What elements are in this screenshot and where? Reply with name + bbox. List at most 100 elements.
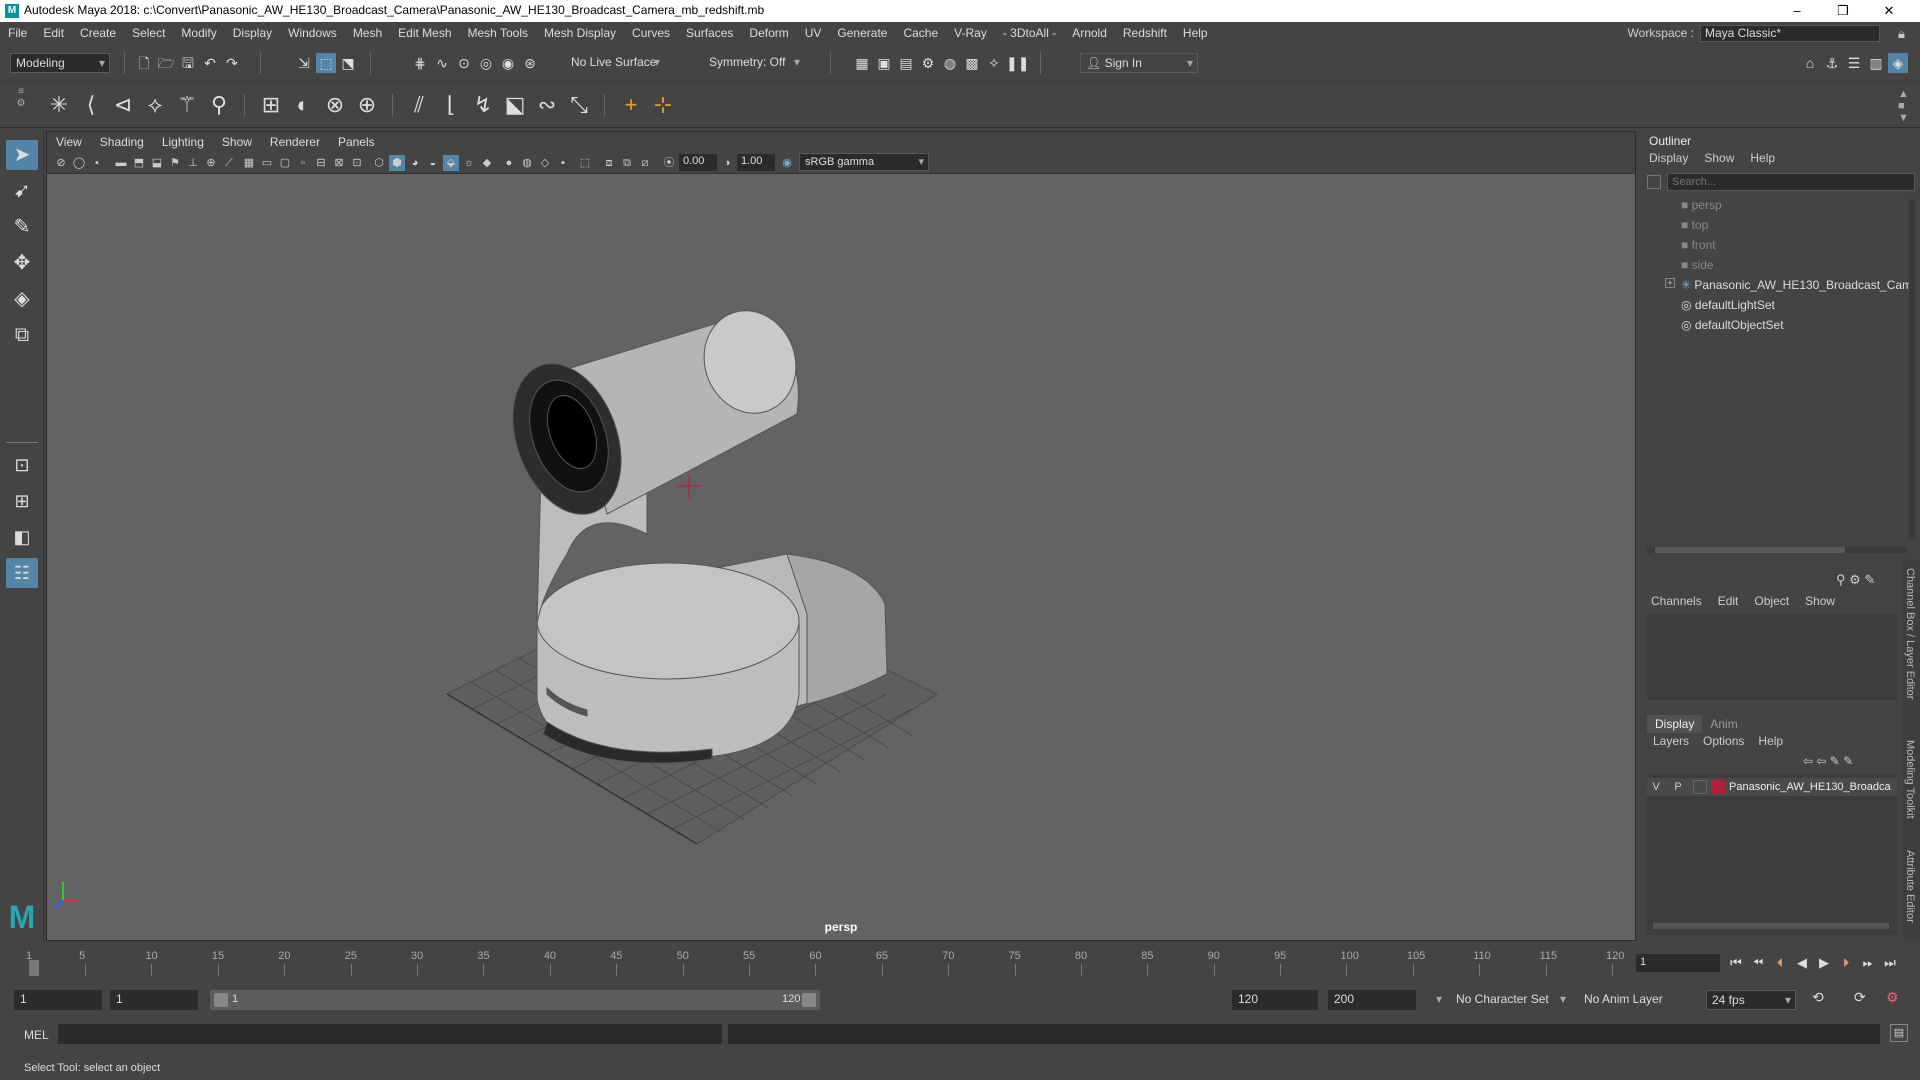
tab-attribute-editor[interactable]: Attribute Editor — [1904, 850, 1916, 923]
go-to-start-icon[interactable]: ⏮ — [1726, 954, 1746, 972]
mel-label[interactable]: MEL — [24, 1028, 49, 1042]
menu-surfaces[interactable]: Surfaces — [678, 22, 741, 44]
shelf-options-icon[interactable]: ≡ ⚙ — [14, 86, 28, 124]
symmetry-dropdown[interactable]: Symmetry: Off — [704, 53, 804, 73]
mode-dropdown[interactable]: Modeling — [10, 53, 110, 73]
save-scene-icon[interactable]: 🖫 — [178, 53, 198, 73]
overscan-icon[interactable]: ⊠ — [331, 155, 347, 171]
depth-of-field-icon[interactable]: ▪ — [555, 155, 571, 171]
new-scene-icon[interactable]: 🗋 — [134, 53, 154, 73]
menu-uv[interactable]: UV — [797, 22, 830, 44]
sign-in-dropdown[interactable]: 👤︎ Sign In — [1080, 53, 1198, 73]
viewport-menu-lighting[interactable]: Lighting — [153, 132, 213, 152]
menu-deform[interactable]: Deform — [741, 22, 796, 44]
playback-end-field[interactable]: 120 — [1232, 990, 1318, 1010]
menu-edit[interactable]: Edit — [35, 22, 72, 44]
shelf-wave-icon[interactable]: ∾ — [532, 90, 562, 120]
smooth-shade-icon[interactable]: ⬢ — [389, 155, 405, 171]
render-setup-icon[interactable]: ▩ — [962, 53, 982, 73]
outliner-search-input[interactable] — [1667, 173, 1915, 191]
scene-end-field[interactable]: 200 — [1328, 990, 1416, 1010]
render-frame-icon[interactable]: ▣ — [874, 53, 894, 73]
gamma-field[interactable]: 1.00 — [737, 154, 775, 171]
tab-channel-box-layer-editor[interactable]: Channel Box / Layer Editor — [1904, 568, 1916, 699]
four-view-layout-icon[interactable]: ⊞ — [6, 486, 38, 516]
outliner-item-camera-group[interactable]: ✳ Panasonic_AW_HE130_Broadcast_Camer — [1681, 276, 1911, 294]
play-backwards-icon[interactable]: ◀ — [1792, 954, 1812, 972]
live-surface-field[interactable]: No Live Surface — [566, 53, 664, 73]
anim-layer-dropdown-icon[interactable]: ▾ — [1560, 992, 1566, 1006]
filter-icon[interactable] — [1647, 175, 1661, 189]
outliner-menu-display[interactable]: Display — [1649, 151, 1688, 165]
layer-scrollbar[interactable] — [1653, 923, 1889, 929]
viewport-3d-scene[interactable]: persp — [47, 174, 1635, 942]
close-button[interactable]: ✕ — [1866, 0, 1912, 22]
shelf-pivot-icon[interactable]: ✳ — [44, 90, 74, 120]
two-view-layout-icon[interactable]: ◧ — [6, 522, 38, 552]
menu-edit-mesh[interactable]: Edit Mesh — [390, 22, 459, 44]
menu-modify[interactable]: Modify — [173, 22, 224, 44]
script-editor-icon[interactable]: ▤ — [1890, 1024, 1908, 1042]
light-editor-icon[interactable]: ✧ — [984, 53, 1004, 73]
outliner-menu-show[interactable]: Show — [1704, 151, 1734, 165]
shelf-squash-icon[interactable]: ⬕ — [500, 90, 530, 120]
shelf-flare-icon[interactable]: ⌊ — [436, 90, 466, 120]
menu-windows[interactable]: Windows — [280, 22, 345, 44]
menu-curves[interactable]: Curves — [624, 22, 678, 44]
viewport-menu-shading[interactable]: Shading — [91, 132, 153, 152]
snap-point-icon[interactable]: ⊙ — [454, 53, 474, 73]
layer-row[interactable]: V P Panasonic_AW_HE130_Broadca — [1647, 778, 1897, 796]
outliner-item-side[interactable]: ■ side — [1681, 256, 1714, 274]
exposure-icon[interactable]: ⦿ — [661, 155, 677, 171]
viewport-menu-panels[interactable]: Panels — [329, 132, 384, 152]
playback-start-field[interactable]: 1 — [110, 990, 198, 1010]
rotate-tool-icon[interactable]: ◈ — [6, 284, 38, 314]
layer-visibility-toggle[interactable]: V — [1647, 781, 1665, 793]
exposure-field[interactable]: 0.00 — [679, 154, 717, 171]
time-slider-track[interactable]: 1 5 10 15 20 25 30 35 40 45 50 55 60 65 70 75 80 85 90 95 10… — [22, 948, 1624, 976]
pause-render-icon[interactable]: ❚❚ — [1006, 53, 1029, 73]
go-to-end-icon[interactable]: ⏭ — [1880, 954, 1900, 972]
default-material-icon[interactable]: ◕ — [407, 155, 423, 171]
xray-joints-icon[interactable]: ⧈ — [601, 155, 617, 171]
tab-display[interactable]: Display — [1647, 715, 1703, 733]
shelf-bend-icon[interactable]: ⫽ — [404, 90, 434, 120]
bookmark-flag-icon[interactable]: ⚑ — [167, 155, 183, 171]
move-tool-icon[interactable]: ✥ — [6, 248, 38, 278]
field-chart-icon[interactable]: ⊟ — [313, 155, 329, 171]
tool-settings-toggle-icon[interactable]: ☰ — [1844, 53, 1864, 73]
shelf-bone-icon[interactable]: ⟡ — [140, 90, 170, 120]
shelf-wrap-icon[interactable]: ⊗ — [320, 90, 350, 120]
shelf-pin-icon[interactable]: ⊹ — [648, 90, 678, 120]
edit-menu[interactable]: Edit — [1718, 594, 1739, 608]
outliner-item-top[interactable]: ■ top — [1681, 216, 1708, 234]
shelf-lattice-icon[interactable]: ⊞ — [256, 90, 286, 120]
channel-box-tools-icon[interactable]: ⚲ ⚙ ✎ — [1836, 572, 1875, 588]
select-object-icon[interactable]: ⬚ — [316, 53, 336, 73]
outliner-item-default-light-set[interactable]: ◎ defaultLightSet — [1681, 296, 1775, 314]
outliner-layout-icon[interactable]: ☷ — [6, 558, 38, 588]
screen-space-ao-icon[interactable]: ● — [501, 155, 517, 171]
viewport-menu-view[interactable]: View — [47, 132, 91, 152]
resolution-gate-icon[interactable]: ⊕ — [203, 155, 219, 171]
range-end-handle[interactable] — [802, 993, 816, 1007]
ipr-render-icon[interactable]: ▤ — [896, 53, 916, 73]
xray-icon[interactable]: ⬙ — [443, 155, 459, 171]
menu-select[interactable]: Select — [124, 22, 173, 44]
menu-create[interactable]: Create — [72, 22, 124, 44]
menu-mesh-tools[interactable]: Mesh Tools — [460, 22, 536, 44]
scale-tool-icon[interactable]: ⧉ — [6, 320, 38, 350]
play-forwards-icon[interactable]: ▶ — [1814, 954, 1834, 972]
expand-icon[interactable]: + — [1665, 278, 1675, 288]
lasso-tool-icon[interactable]: ➹ — [6, 176, 38, 206]
object-menu[interactable]: Object — [1754, 594, 1789, 608]
menu-file[interactable]: File — [0, 22, 35, 44]
shadows-icon[interactable]: ◆ — [479, 155, 495, 171]
open-scene-icon[interactable]: 🗁 — [156, 53, 176, 73]
fps-dropdown[interactable]: 24 fps — [1706, 990, 1796, 1010]
outliner-item-front[interactable]: ■ front — [1681, 236, 1716, 254]
help-menu[interactable]: Help — [1758, 734, 1783, 748]
step-back-frame-icon[interactable]: ⏴︎ — [1770, 954, 1790, 972]
grid-toggle-icon[interactable]: ▦ — [241, 155, 257, 171]
menu-help[interactable]: Help — [1175, 22, 1216, 44]
